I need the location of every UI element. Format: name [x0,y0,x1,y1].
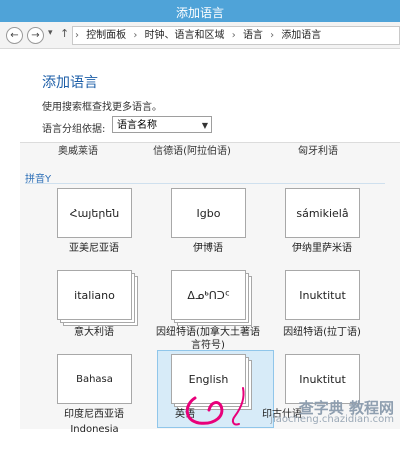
language-tile-indonesian[interactable]: Bahasa Indonesia [57,354,132,435]
language-tile-armenian[interactable]: Հայերեն [57,188,132,238]
breadcrumb-item-language[interactable]: 语言 [241,30,265,41]
language-tile-inuktitut-row3[interactable]: Inuktitut [285,354,360,404]
breadcrumb-separator-icon: › [133,30,138,41]
language-caption: 伊博语 [193,243,223,254]
section-divider [25,183,385,184]
title-bar: 添加语言 [0,0,400,22]
breadcrumb-separator-icon: › [270,30,275,41]
language-caption: 因纽特语(拉丁语) [283,327,361,338]
breadcrumb-item-add-language[interactable]: 添加语言 [279,30,323,41]
language-tile-inuktitut-latin[interactable]: Inuktitut [285,270,360,320]
breadcrumb-separator-icon: › [75,30,79,41]
language-caption: 印度尼西亚语 [64,409,124,420]
list-item[interactable]: 信德语(阿拉伯语) [132,142,252,157]
list-item[interactable]: 匈牙利语 [258,142,378,157]
language-tile-inuktitut-syllabics[interactable]: ᐃᓄᒃᑎᑐᑦ [171,270,246,320]
breadcrumb: › 控制面板 › 时钟、语言和区域 › 语言 › 添加语言 [72,26,400,45]
page-title: 添加语言 [42,75,98,91]
language-caption: 英语 [175,409,195,420]
watermark-url: jiaocheng.chazidian.com [270,414,394,425]
watermark: 查字典 教程网 jiaocheng.chazidian.com [270,399,394,426]
watermark-title: 查字典 教程网 [298,399,394,417]
up-arrow-icon[interactable]: ↑ [60,27,69,40]
language-caption: 因纽特语(加拿大土著语言符号) [156,327,260,351]
list-item[interactable]: 奥威莱语 [18,142,138,157]
breadcrumb-item-clock-language-region[interactable]: 时钟、语言和区域 [143,30,227,41]
window-title: 添加语言 [175,6,224,20]
search-hint: 使用搜索框查找更多语言。 [42,102,162,113]
language-caption: 伊纳里萨米语 [292,243,352,254]
language-tile-igbo[interactable]: Igbo [171,188,246,238]
language-caption: 意大利语 [74,327,114,338]
language-caption: 亚美尼亚语 [69,243,119,254]
language-tile-inari-sami[interactable]: sámikielâ [285,188,360,238]
group-by-label: 语言分组依据: [42,124,106,135]
group-by-select[interactable]: 语言名称 ▼ [112,116,212,133]
back-arrow-icon[interactable]: ← [6,27,23,44]
chevron-down-icon: ▼ [201,121,208,130]
address-bar: ← → ▾ ↑ › 控制面板 › 时钟、语言和区域 › 语言 › 添加语言 [0,22,400,49]
language-tile-italian[interactable]: italiano [57,270,132,320]
forward-arrow-icon[interactable]: → [27,27,44,44]
breadcrumb-separator-icon: › [231,30,236,41]
breadcrumb-item-control-panel[interactable]: 控制面板 [84,30,128,41]
group-by-value: 语言名称 [117,120,157,131]
history-dropdown-icon[interactable]: ▾ [48,28,53,38]
language-tile-english[interactable]: English [171,354,246,404]
